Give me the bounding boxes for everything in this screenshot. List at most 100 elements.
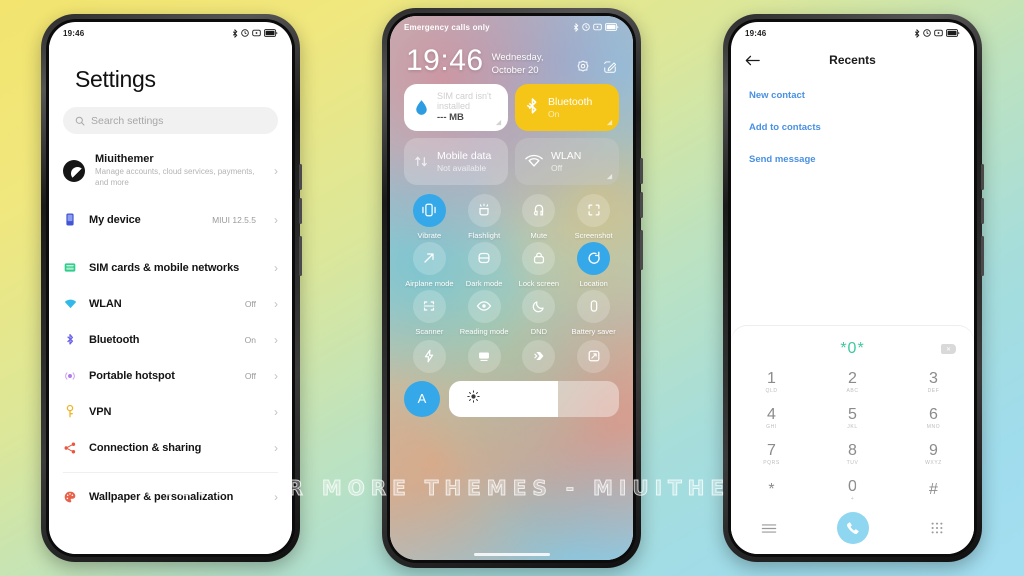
- key-digit: 2: [848, 369, 857, 387]
- bluetooth-icon: [232, 28, 238, 38]
- sidebar-item-wlan[interactable]: WLAN Off ›: [49, 286, 292, 322]
- toggle-mute[interactable]: Mute: [512, 193, 567, 240]
- edit-icon[interactable]: [603, 60, 617, 74]
- volume-up-button[interactable]: [640, 158, 643, 184]
- tile-title: Mobile data: [437, 149, 492, 162]
- key-1[interactable]: 1 QLD: [731, 364, 812, 400]
- resize-corner-icon[interactable]: [495, 119, 502, 126]
- screenshot-icon: [577, 193, 611, 227]
- toggle-dnd[interactable]: DND: [512, 289, 567, 336]
- status-bar: 19:46: [731, 22, 974, 44]
- sidebar-item-connection-sharing[interactable]: Connection & sharing ›: [49, 430, 292, 466]
- sidebar-item-vpn[interactable]: VPN ›: [49, 394, 292, 430]
- status-icons: [914, 28, 960, 38]
- chevron-right-icon: ›: [274, 368, 278, 383]
- account-subtitle: Manage accounts, cloud services, payment…: [95, 167, 255, 187]
- volume-up-button[interactable]: [299, 164, 302, 190]
- battery-icon: [946, 29, 960, 37]
- sidebar-item-label: Portable hotspot: [89, 369, 175, 382]
- sidebar-item-sim-cards[interactable]: SIM cards & mobile networks ›: [49, 250, 292, 286]
- sidebar-item-label: SIM cards & mobile networks: [89, 261, 240, 274]
- contrast-icon: [522, 339, 556, 373]
- key-2[interactable]: 2 ABC: [812, 364, 893, 400]
- home-indicator[interactable]: [473, 553, 550, 556]
- key-0[interactable]: 0 +: [812, 472, 893, 508]
- resize-corner-icon[interactable]: [606, 119, 613, 126]
- link-new-contact[interactable]: New contact: [749, 90, 956, 101]
- key-letters: GHI: [766, 423, 777, 430]
- call-button[interactable]: [837, 512, 870, 544]
- vibrate-icon: [934, 29, 943, 37]
- key-hash[interactable]: #: [893, 472, 974, 508]
- bluetooth-icon: [573, 22, 579, 32]
- toggle-lock-screen[interactable]: Lock screen: [512, 241, 567, 288]
- link-add-to-contacts[interactable]: Add to contacts: [749, 122, 956, 133]
- key-8[interactable]: 8 TUV: [812, 436, 893, 472]
- resize-corner-icon[interactable]: [606, 173, 613, 180]
- toggle-scanner[interactable]: Scanner: [402, 289, 457, 336]
- reading-mode-icon: [467, 289, 501, 323]
- key-3[interactable]: 3 DEF: [893, 364, 974, 400]
- status-bar: 19:46: [49, 22, 292, 44]
- quick-toggle-grid: Vibrate Flashlight Mute Screenshot Airpl…: [390, 185, 633, 336]
- status-bar: Emergency calls only: [390, 16, 633, 38]
- alarm-icon: [241, 29, 249, 37]
- alarm-icon: [582, 23, 590, 31]
- sidebar-item-value: On: [244, 334, 256, 345]
- keypad-panel: *0* ✕ 1 QLD 2 ABC 3 DEF 4 GHI 5 JKL 6 MNO 7 PQR…: [731, 326, 974, 554]
- key-6[interactable]: 6 MNO: [893, 400, 974, 436]
- dialer-screen: 19:46 Recents New contact Add to contact…: [731, 22, 974, 554]
- tile-mobile-data[interactable]: Mobile data Not available: [404, 137, 508, 185]
- account-row[interactable]: Miuithemer Manage accounts, cloud servic…: [49, 140, 292, 202]
- search-input[interactable]: Search settings: [63, 107, 278, 134]
- sidebar-item-portable-hotspot[interactable]: Portable hotspot Off ›: [49, 358, 292, 394]
- bluetooth-icon: [526, 97, 537, 114]
- tile-bluetooth[interactable]: Bluetooth On: [515, 83, 619, 131]
- number-display[interactable]: *0* ✕: [731, 334, 974, 364]
- auto-brightness-button[interactable]: A: [404, 380, 440, 417]
- toggle-dark-mode[interactable]: Dark mode: [457, 241, 512, 288]
- key-letters: QLD: [765, 387, 778, 394]
- tile-sim-data[interactable]: SIM card isn't installed --- MB: [404, 83, 508, 131]
- toggle-reading-mode[interactable]: Reading mode: [457, 289, 512, 336]
- sidebar-item-wallpaper[interactable]: Wallpaper & personalization ›: [49, 479, 292, 515]
- search-placeholder: Search settings: [91, 114, 164, 127]
- toggle-screenshot[interactable]: Screenshot: [566, 193, 621, 240]
- power-button[interactable]: [640, 230, 643, 270]
- toggle-screen-cast[interactable]: Screen cast: [566, 339, 621, 377]
- keypad-icon[interactable]: [930, 521, 944, 535]
- power-button[interactable]: [299, 236, 302, 276]
- toggle-reading-light[interactable]: Reading light: [512, 339, 567, 377]
- key-5[interactable]: 5 JKL: [812, 400, 893, 436]
- toggle-airplane-mode[interactable]: Airplane mode: [402, 241, 457, 288]
- wifi-icon: [525, 155, 543, 167]
- key-star[interactable]: *: [731, 472, 812, 508]
- volume-down-button[interactable]: [640, 192, 643, 218]
- clock-row: 19:46 Wednesday, October 20: [406, 46, 617, 78]
- link-send-message[interactable]: Send message: [749, 154, 956, 165]
- sidebar-item-my-device[interactable]: My device MIUI 12.5.5 ›: [49, 202, 292, 238]
- dark-mode-icon: [467, 241, 501, 275]
- status-icons: [573, 22, 619, 32]
- key-4[interactable]: 4 GHI: [731, 400, 812, 436]
- volume-down-button[interactable]: [299, 198, 302, 224]
- sidebar-item-bluetooth[interactable]: Bluetooth On ›: [49, 322, 292, 358]
- toggle-flashlight[interactable]: Flashlight: [457, 193, 512, 240]
- brightness-slider[interactable]: [449, 380, 619, 417]
- volume-up-button[interactable]: [981, 164, 984, 190]
- sidebar-item-label: Bluetooth: [89, 333, 140, 346]
- key-9[interactable]: 9 WXYZ: [893, 436, 974, 472]
- backspace-icon[interactable]: ✕: [941, 344, 956, 354]
- settings-gear-icon[interactable]: [576, 60, 590, 74]
- tile-text: WLAN Off: [551, 150, 581, 173]
- menu-icon[interactable]: [761, 522, 777, 535]
- volume-down-button[interactable]: [981, 198, 984, 224]
- power-button[interactable]: [981, 236, 984, 276]
- toggle-location[interactable]: Location: [566, 241, 621, 288]
- toggle-cast[interactable]: Cast: [457, 339, 512, 377]
- key-7[interactable]: 7 PQRS: [731, 436, 812, 472]
- toggle-vibrate[interactable]: Vibrate: [402, 193, 457, 240]
- toggle-ultra-battery[interactable]: Ultra battery: [402, 339, 457, 377]
- tile-wlan[interactable]: WLAN Off: [515, 137, 619, 185]
- toggle-battery-saver[interactable]: Battery saver: [566, 289, 621, 336]
